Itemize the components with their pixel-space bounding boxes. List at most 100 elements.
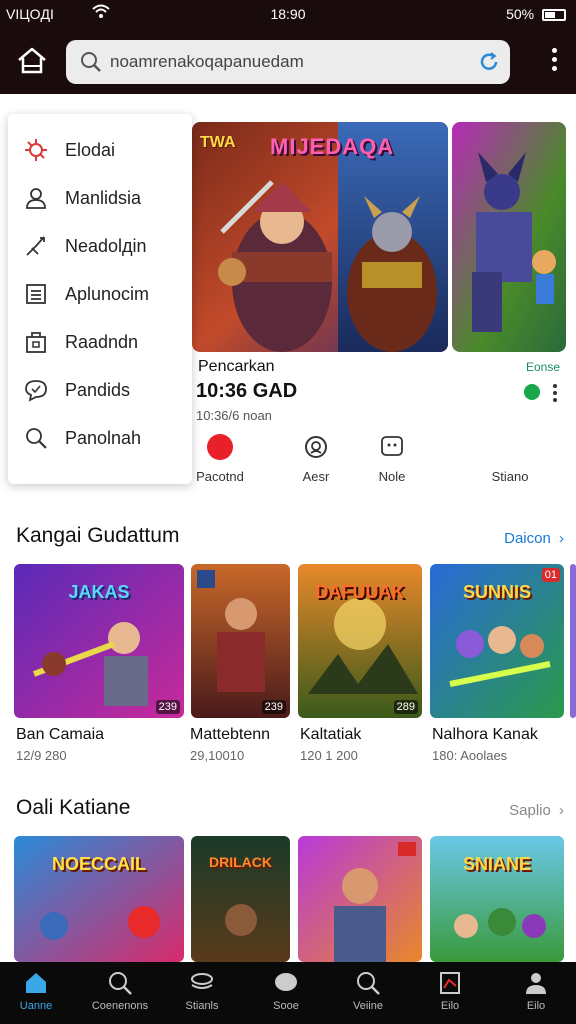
layers-icon (189, 970, 215, 996)
battery-percent: 50% (506, 6, 535, 22)
nav-label: Stianls (185, 1000, 219, 1012)
menu-item-label: Pandids (65, 380, 131, 400)
search-icon (107, 970, 133, 996)
card-art-title: SUNNIS (462, 582, 531, 602)
top-app-bar (0, 28, 576, 94)
card-title: Mattebtenn (190, 726, 271, 743)
section-see-all-link[interactable]: Saplio › (509, 802, 564, 819)
clock: 18:90 (270, 6, 306, 22)
game-card-image[interactable]: 239 (191, 564, 290, 718)
sword-icon (24, 234, 48, 258)
card-badge: 01 (541, 568, 560, 582)
action-label: Aesr (302, 469, 330, 484)
section-link-label: Daicon (504, 530, 551, 547)
action-nole[interactable]: Nole (362, 434, 422, 484)
profile-icon (523, 970, 549, 996)
nav-item-search[interactable]: Coenenons (80, 970, 160, 1012)
menu-item-raadndn[interactable]: Raadndn (8, 318, 192, 366)
menu-item-label: Aplunocim (65, 284, 150, 304)
search-icon (355, 970, 381, 996)
chat-bubble-icon (273, 970, 299, 996)
card-meta: 120 1 200 (300, 748, 358, 763)
game-card-image[interactable]: JAKAS 239 (14, 564, 184, 718)
card-art-title: DAFUUAK (315, 582, 405, 602)
share-icon (497, 434, 523, 460)
nav-item-profile[interactable]: Eilo (496, 970, 576, 1012)
card-art-title: JAKAS (68, 582, 130, 602)
home-icon (18, 47, 46, 74)
nav-item-home[interactable]: Uanne (0, 970, 76, 1012)
nav-item-stats[interactable]: Eilo (410, 970, 490, 1012)
featured-name: Pencarkan (198, 358, 275, 375)
card-art-title: SNIANE (462, 854, 531, 874)
bottom-navigation: Uanne Coenenons Stianls Sooe Veiine Eilo (0, 962, 576, 1024)
section-title: Kangai Gudattum (16, 524, 180, 547)
section-link-label: Saplio (509, 802, 551, 819)
action-label: Stiano (491, 469, 529, 484)
section-title: Oali Katiane (16, 796, 131, 819)
status-bar: VIЦOДI 18:90 50% (0, 0, 576, 28)
search-icon (24, 426, 48, 450)
dropdown-menu: Elodai Manlidsia Neadolдin Aplunocim Raa… (8, 114, 192, 484)
more-options-icon[interactable] (550, 48, 558, 74)
menu-item-aplunocim[interactable]: Aplunocim (8, 270, 192, 318)
card-title: Kaltatiak (300, 726, 362, 743)
chart-icon (437, 970, 463, 996)
menu-item-label: Raadndn (65, 332, 139, 352)
menu-item-elodai[interactable]: Elodai (8, 126, 192, 174)
game-card-peek[interactable] (570, 564, 576, 718)
menu-item-pandids[interactable]: Pandids (8, 366, 192, 414)
more-vertical-icon[interactable] (553, 384, 557, 405)
menu-item-label: Neadolдin (65, 236, 147, 256)
banner-title: MIJEDAQA (270, 134, 395, 159)
action-stiano[interactable]: Stiano (480, 434, 540, 484)
search-bar[interactable] (66, 40, 510, 84)
game-card-image[interactable]: DRILACK (191, 836, 290, 962)
nav-item-layers[interactable]: Stianls (162, 970, 242, 1012)
online-status-icon (524, 384, 540, 400)
search-input[interactable] (110, 48, 470, 76)
menu-item-panolnah[interactable]: Panolnah (8, 414, 192, 462)
nav-item-chat[interactable]: Sooe (246, 970, 326, 1012)
action-aesr[interactable]: Aesr (286, 434, 346, 484)
menu-item-neadolain[interactable]: Neadolдin (8, 222, 192, 270)
bag-icon (24, 330, 48, 354)
refresh-icon[interactable] (478, 51, 500, 78)
menu-item-manlidsia[interactable]: Manlidsia (8, 174, 192, 222)
game-card-image[interactable]: SUNNIS 01 (430, 564, 564, 718)
featured-subtitle: 10:36/6 noan (196, 408, 272, 423)
battery-indicator: 50% (506, 6, 566, 22)
nav-label: Veiine (353, 1000, 383, 1012)
menu-item-label: Panolnah (65, 428, 142, 448)
game-card-image[interactable]: SNIANE (430, 836, 564, 962)
action-label: Nole (378, 469, 406, 484)
chevron-right-icon: › (559, 802, 564, 819)
section-see-all-link[interactable]: Daicon › (504, 530, 564, 547)
nav-label: Coenenons (91, 1000, 149, 1012)
card-meta: 180: Aoolaes (432, 748, 508, 763)
nav-label: Eilo (440, 1000, 460, 1012)
card-title: Nalhora Kanak (432, 726, 538, 743)
record-icon (207, 434, 233, 460)
card-title: Ban Camaia (16, 726, 105, 743)
card-badge: 239 (155, 700, 180, 714)
action-record[interactable]: Pacotnd (190, 434, 250, 484)
card-badge: 289 (393, 700, 418, 714)
nav-label: Uanne (19, 1000, 53, 1012)
home-button[interactable] (14, 44, 50, 78)
game-card-image[interactable]: DAFUUAK 289 (298, 564, 422, 718)
game-card-image[interactable]: NOECCAIL (14, 836, 184, 962)
virus-icon (24, 138, 48, 162)
battery-icon (542, 9, 566, 22)
card-art-title: DRILACK (209, 854, 272, 870)
home-icon (23, 970, 49, 996)
card-art-title: NOECCAIL (52, 854, 146, 874)
featured-banner-image-2[interactable] (452, 122, 566, 352)
game-card-image[interactable] (298, 836, 422, 962)
user-icon (24, 186, 48, 210)
featured-tag[interactable]: Eonse (526, 360, 560, 374)
featured-price: 10:36 GAD (196, 380, 298, 402)
chat-icon (24, 378, 48, 402)
card-badge: 239 (261, 700, 286, 714)
nav-item-explore[interactable]: Veiine (328, 970, 408, 1012)
